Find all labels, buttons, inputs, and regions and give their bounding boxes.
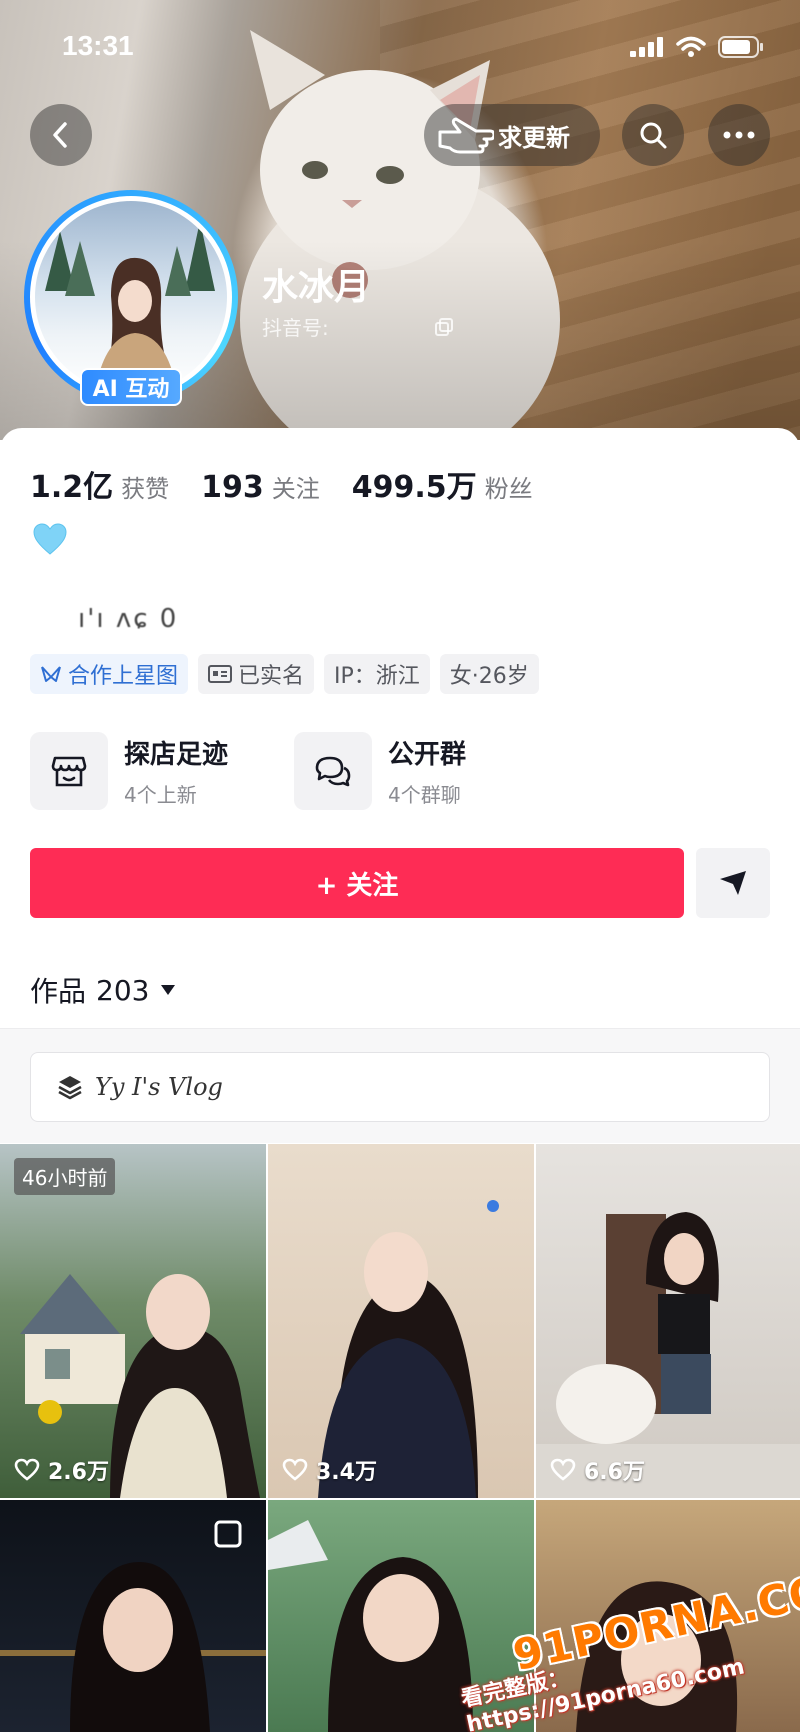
thumbnail-scene — [536, 1212, 800, 1498]
pointing-hand-icon — [438, 117, 494, 154]
tag-verified-label: 已实名 — [238, 664, 305, 689]
video-time-badge: 46小时前 — [14, 1158, 116, 1195]
works-label: 作品 — [30, 975, 87, 1008]
collection-item[interactable]: Yy I's Vlog — [30, 1052, 770, 1122]
shortcut-store-subtitle: 4个上新 — [124, 783, 197, 807]
shortcut-public-group[interactable]: 公开群 4个群聊 — [294, 732, 466, 810]
chat-group-icon — [315, 756, 351, 787]
douyin-id[interactable]: 抖音号: — [262, 312, 453, 341]
shortcut-group-subtitle: 4个群聊 — [388, 783, 461, 807]
layers-icon — [58, 1076, 82, 1100]
thumbnail-scene — [20, 1274, 260, 1498]
shortcut-store-visits[interactable]: 探店足迹 4个上新 — [30, 732, 228, 810]
share-button[interactable] — [696, 848, 770, 918]
bio-blurred-line: ı'ı ʌɕ 0 — [78, 604, 179, 634]
tag-gender-age: 女·26岁 — [439, 654, 539, 694]
id-card-icon — [208, 665, 233, 683]
thumbnail-scene — [0, 1520, 266, 1732]
video-likes: 2.6万 — [14, 1454, 109, 1486]
shortcut-store-title: 探店足迹 — [124, 740, 229, 770]
heart-outline-icon — [550, 1458, 576, 1481]
video-likes-count: 3.4万 — [316, 1460, 377, 1485]
stat-followers-value: 499.5万 — [351, 470, 477, 505]
back-button[interactable] — [30, 104, 92, 166]
store-icon — [51, 756, 87, 787]
ai-interact-badge[interactable]: AI 互动 — [80, 368, 182, 406]
douyin-id-label: 抖音号: — [262, 316, 329, 340]
profile-tags: 合作上星图 已实名 IP：浙江 女·26岁 — [30, 654, 539, 694]
request-update-button[interactable]: 求更新 — [424, 104, 600, 166]
works-tab[interactable]: 作品 203 — [30, 970, 177, 1010]
stat-likes-label: 获赞 — [121, 475, 170, 503]
collection-title: Yy I's Vlog — [95, 1073, 223, 1101]
battery-icon — [718, 36, 763, 58]
video-thumbnail[interactable] — [0, 1500, 266, 1732]
blue-heart-icon — [33, 523, 67, 555]
site-watermark: 91PORNA.COM 看完整版：https://91porna60.com — [459, 1557, 800, 1732]
video-thumbnail[interactable]: 6.6万 — [536, 1144, 800, 1498]
avatar-image — [35, 201, 227, 393]
tag-star-cooperation-label: 合作上星图 — [68, 664, 179, 689]
tag-verified[interactable]: 已实名 — [198, 654, 315, 694]
stat-following[interactable]: 193 关注 — [201, 469, 320, 505]
status-bar: 13:31 — [0, 0, 800, 90]
tag-star-cooperation[interactable]: 合作上星图 — [30, 654, 189, 694]
search-button[interactable] — [622, 104, 684, 166]
tag-ip-location: IP：浙江 — [324, 654, 430, 694]
thumbnail-scene — [318, 1200, 499, 1498]
heart-outline-icon — [282, 1458, 308, 1481]
stat-following-value: 193 — [201, 470, 264, 505]
wifi-icon — [676, 36, 706, 57]
more-options-button[interactable] — [708, 104, 770, 166]
heart-outline-icon — [14, 1458, 40, 1481]
signal-icon — [630, 37, 663, 57]
video-likes-count: 6.6万 — [584, 1460, 645, 1485]
video-thumbnail[interactable]: 3.4万 — [268, 1144, 534, 1498]
star-cooperation-icon — [41, 666, 61, 682]
stat-likes[interactable]: 1.2亿 获赞 — [30, 462, 169, 506]
caret-down-icon — [161, 985, 176, 995]
stat-followers[interactable]: 499.5万 粉丝 — [352, 462, 533, 506]
video-likes: 6.6万 — [550, 1454, 645, 1486]
shortcut-group-title: 公开群 — [388, 740, 467, 770]
stat-likes-value: 1.2亿 — [30, 470, 114, 505]
video-likes-count: 2.6万 — [48, 1460, 109, 1485]
copy-icon[interactable] — [434, 317, 453, 336]
profile-stats: 1.2亿 获赞 193 关注 499.5万 粉丝 — [30, 462, 565, 506]
works-count: 203 — [96, 973, 150, 1007]
tag-ip-label: IP：浙江 — [334, 664, 420, 689]
stat-following-label: 关注 — [271, 475, 320, 503]
search-icon — [640, 122, 667, 149]
stat-followers-label: 粉丝 — [484, 475, 533, 503]
send-icon — [720, 871, 746, 895]
tag-gender-age-label: 女·26岁 — [449, 664, 529, 689]
request-update-label: 求更新 — [498, 123, 570, 152]
chevron-left-icon — [53, 122, 67, 148]
status-time: 13:31 — [62, 30, 134, 61]
more-dots-icon — [723, 131, 755, 139]
video-thumbnail[interactable]: 46小时前 2.6万 — [0, 1144, 266, 1498]
status-icons — [630, 36, 764, 58]
follow-button[interactable]: + 关注 — [30, 848, 684, 918]
profile-name: 水冰月 — [262, 267, 371, 308]
video-likes: 3.4万 — [282, 1454, 377, 1486]
profile-shortcuts: 探店足迹 4个上新 公开群 4个群聊 — [30, 732, 770, 812]
